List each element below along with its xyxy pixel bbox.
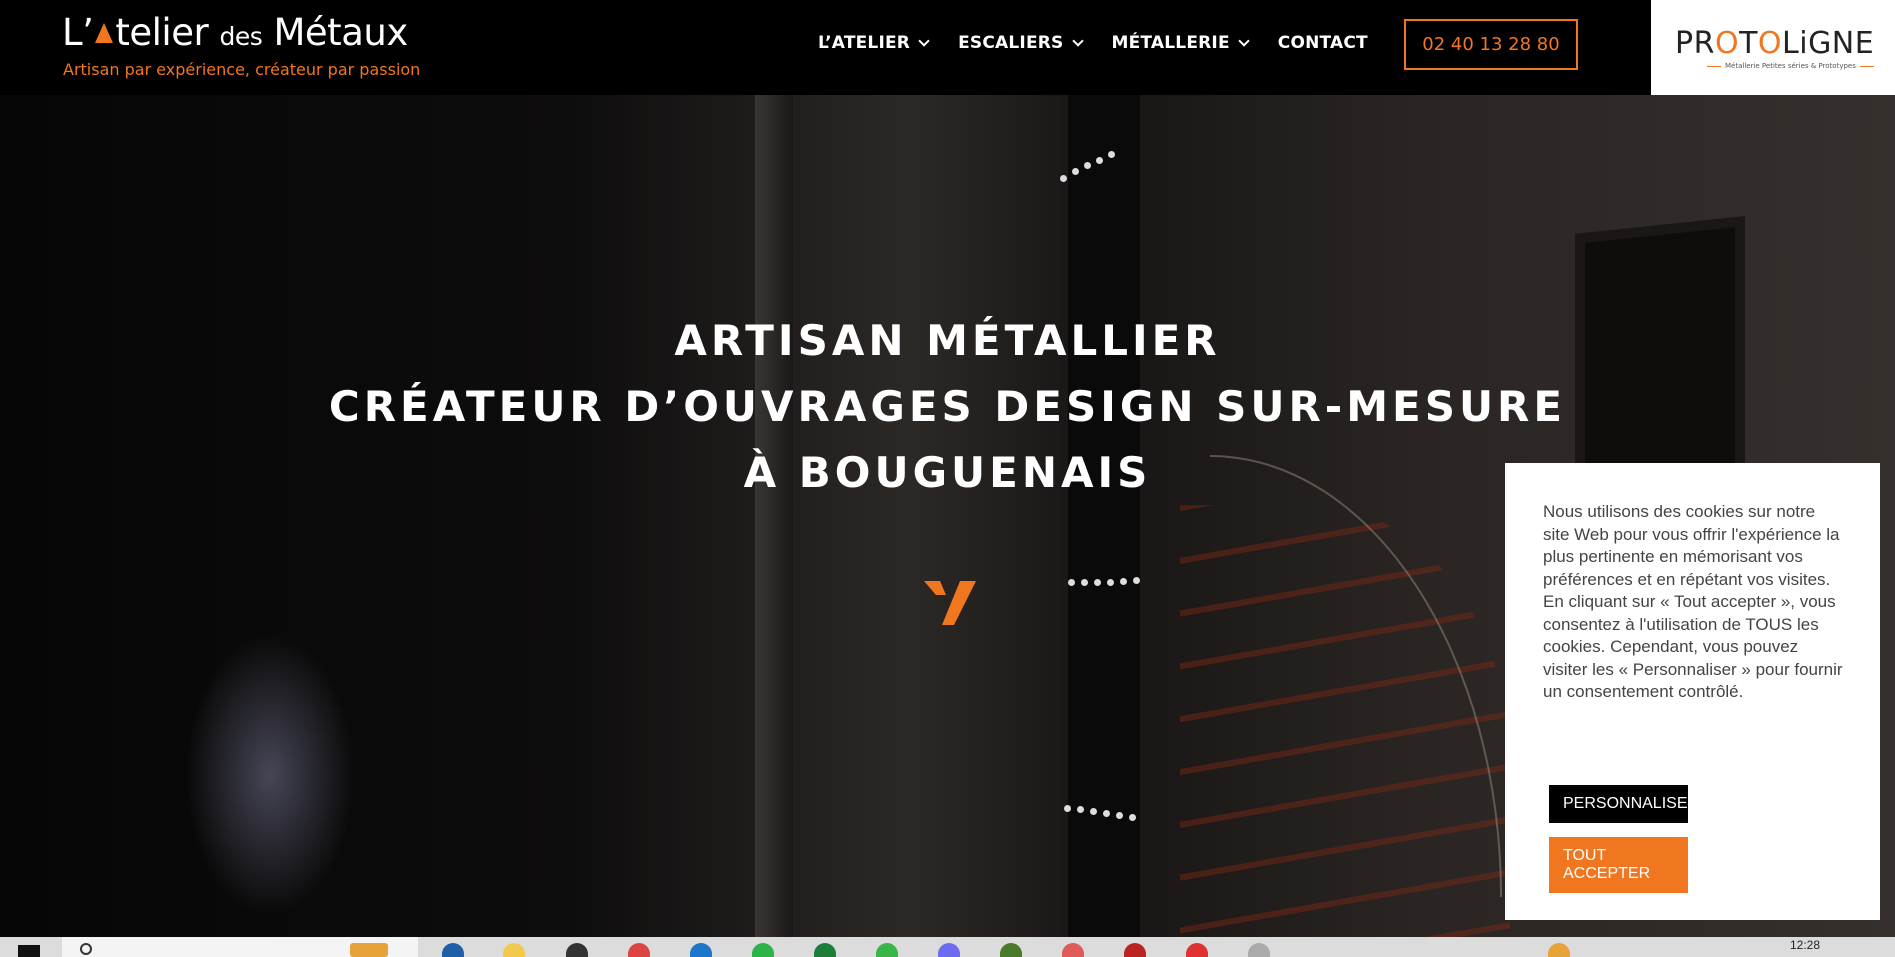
led-light [1103,810,1110,817]
nav-item-metallerie[interactable]: MÉTALLERIE [1111,33,1250,53]
partner-name-o: O [1714,26,1740,61]
logo-chevron-icon [924,581,976,625]
taskbar-app-icon[interactable] [350,943,388,957]
nav-label: MÉTALLERIE [1111,33,1230,53]
logo-title-prefix: L’ [62,11,94,54]
logo-title-main: telier [115,11,209,54]
taskbar-app-icon[interactable] [1000,943,1022,957]
led-light [1081,579,1088,586]
site-logo[interactable]: L’ telier des Métaux Artisan par expérien… [62,12,421,80]
phone-button[interactable]: 02 40 13 28 80 [1404,19,1578,70]
partner-logo[interactable]: PROTOLiGNE Métallerie Petites séries & P… [1651,0,1895,95]
nav-item-atelier[interactable]: L’ATELIER [818,33,930,53]
excel-icon[interactable] [814,943,836,957]
led-light [1077,806,1084,813]
led-light [1064,805,1071,812]
nav-label: CONTACT [1277,33,1368,53]
led-light [1096,157,1103,164]
partner-name-part: LiGNE [1782,26,1875,61]
taskbar-app-icon[interactable] [1548,943,1570,957]
cookie-banner: Nous utilisons des cookies sur notre sit… [1505,463,1880,920]
logo-tagline: Artisan par expérience, créateur par pas… [63,60,421,79]
led-light [1107,579,1114,586]
accept-all-button[interactable]: TOUT ACCEPTER [1549,837,1688,893]
led-light [1072,168,1079,175]
nav-label: ESCALIERS [958,33,1064,53]
partner-name: PROTOLiGNE [1675,26,1874,61]
logo-title: L’ telier des Métaux [62,12,420,58]
taskbar-app-icon[interactable] [566,943,588,957]
outlook-icon[interactable] [690,943,712,957]
led-light [1116,812,1123,819]
partner-name-o: O [1757,26,1783,61]
taskbar-clock: 12:28 [1790,938,1821,952]
hero-title-line: CRÉATEUR D’OUVRAGES DESIGN SUR-MESURE [328,382,1567,431]
site-header: L’ telier des Métaux Artisan par expérien… [0,0,1651,95]
taskbar-app-icon[interactable] [1248,943,1270,957]
led-light [1133,577,1140,584]
search-icon [80,943,92,955]
nav-label: L’ATELIER [818,33,911,53]
hero-title-line: ARTISAN MÉTALLIER [674,316,1221,365]
taskbar-app-icon[interactable] [1186,943,1208,957]
logo-title-end: Métaux [273,11,409,54]
chevron-down-icon [918,35,930,47]
led-light [1084,162,1091,169]
taskbar-app-icon[interactable] [1124,943,1146,957]
led-light [1090,808,1097,815]
taskbar-app-icon[interactable] [938,943,960,957]
taskbar: 12:28 [0,937,1895,957]
nav-item-contact[interactable]: CONTACT [1278,33,1368,53]
logo-mark-icon [95,23,114,43]
taskbar-app-icon[interactable] [1062,943,1084,957]
led-light [1094,579,1101,586]
folder-icon[interactable] [503,943,525,957]
led-light [1060,175,1067,182]
partner-name-part: PR [1675,26,1715,61]
led-light [1068,579,1075,586]
led-light [1108,151,1115,158]
partner-subtitle: Métallerie Petites séries & Prototypes [1703,62,1878,70]
hero-background-railing [1210,455,1502,897]
cookie-text: Nous utilisons des cookies sur notre sit… [1543,502,1843,701]
taskbar-app-icon[interactable] [752,943,774,957]
chevron-down-icon [1238,35,1250,47]
partner-name-part: T [1739,26,1758,61]
chrome-icon[interactable] [628,943,650,957]
hero-background-pillar [755,95,793,937]
taskbar-app-icon[interactable] [876,943,898,957]
taskbar-app-icon[interactable] [442,943,464,957]
main-nav: L’ATELIER ESCALIERS MÉTALLERIE CONTACT [818,33,1398,53]
chevron-down-icon [1071,35,1084,47]
nav-item-escaliers[interactable]: ESCALIERS [958,33,1084,53]
windows-start-icon[interactable] [18,945,40,957]
logo-title-mid: des [219,22,263,51]
led-light [1120,578,1127,585]
customize-button[interactable]: PERSONNALISER [1549,785,1699,823]
led-light [1129,814,1136,821]
